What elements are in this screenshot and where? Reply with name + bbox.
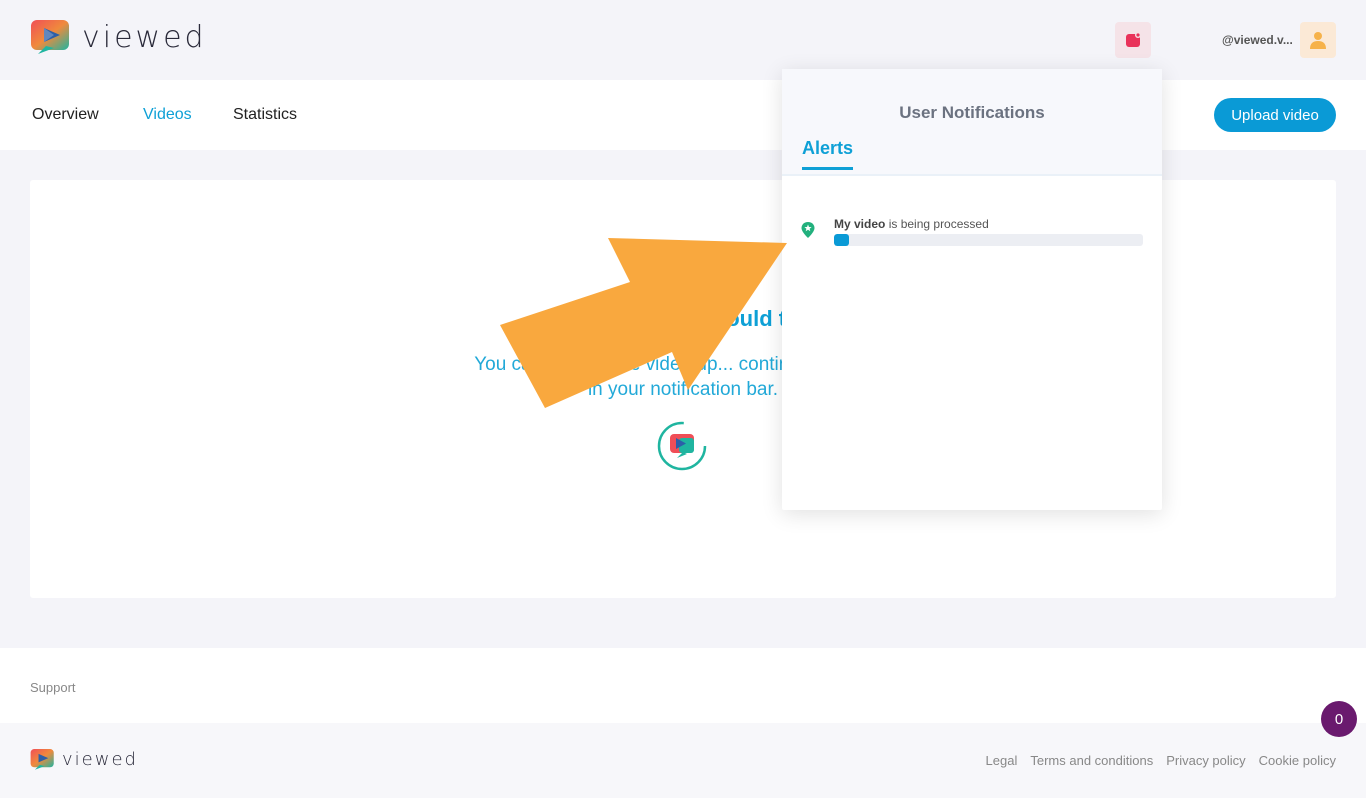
- nav-statistics[interactable]: Statistics: [233, 106, 297, 124]
- username-label[interactable]: @viewed.v...: [1222, 33, 1293, 47]
- nav-overview[interactable]: Overview: [32, 106, 99, 124]
- footer-logo[interactable]: viewed: [30, 747, 138, 773]
- loading-spinner-icon: [657, 421, 707, 471]
- notification-text: My video is being processed: [834, 217, 989, 231]
- cookie-link[interactable]: Cookie policy: [1259, 753, 1336, 768]
- viewed-logo-icon: [31, 20, 69, 54]
- top-bar: viewed @viewed.v...: [0, 0, 1366, 80]
- notifications-title: User Notifications: [899, 103, 1045, 122]
- footer-links: Legal Terms and conditions Privacy polic…: [986, 753, 1336, 768]
- footer-logo-icon: [30, 749, 54, 770]
- footer-logo-wordmark: viewed: [62, 749, 138, 770]
- tab-alerts[interactable]: Alerts: [802, 138, 854, 170]
- footer: viewed Legal Terms and conditions Privac…: [0, 723, 1366, 798]
- privacy-link[interactable]: Privacy policy: [1166, 753, 1245, 768]
- terms-link[interactable]: Terms and conditions: [1030, 753, 1153, 768]
- processing-progress-fill: [834, 234, 850, 246]
- user-icon: [1310, 32, 1326, 49]
- support-link[interactable]: Support: [30, 680, 76, 695]
- bell-icon: [1126, 32, 1141, 47]
- notification-message: is being processed: [885, 217, 989, 231]
- upload-video-button[interactable]: Upload video: [1214, 98, 1336, 132]
- viewed-logo[interactable]: viewed: [30, 18, 207, 58]
- legal-link[interactable]: Legal: [986, 753, 1018, 768]
- notifications-header: User Notifications Alerts: [782, 69, 1162, 176]
- processing-progress-bar: [834, 234, 1143, 246]
- notification-subject: My video: [834, 217, 886, 231]
- logo-wordmark: viewed: [82, 20, 207, 55]
- avatar[interactable]: [1300, 22, 1336, 58]
- map-pin-star-icon: [801, 222, 815, 238]
- notification-item[interactable]: My video is being processed: [800, 217, 1145, 249]
- footer-support-bar: Support: [0, 648, 1366, 723]
- notifications-button[interactable]: [1115, 22, 1151, 58]
- chat-widget-button[interactable]: 0: [1321, 701, 1357, 737]
- notifications-panel: User Notifications Alerts My video is be…: [782, 69, 1162, 510]
- nav-videos[interactable]: Videos: [143, 106, 192, 124]
